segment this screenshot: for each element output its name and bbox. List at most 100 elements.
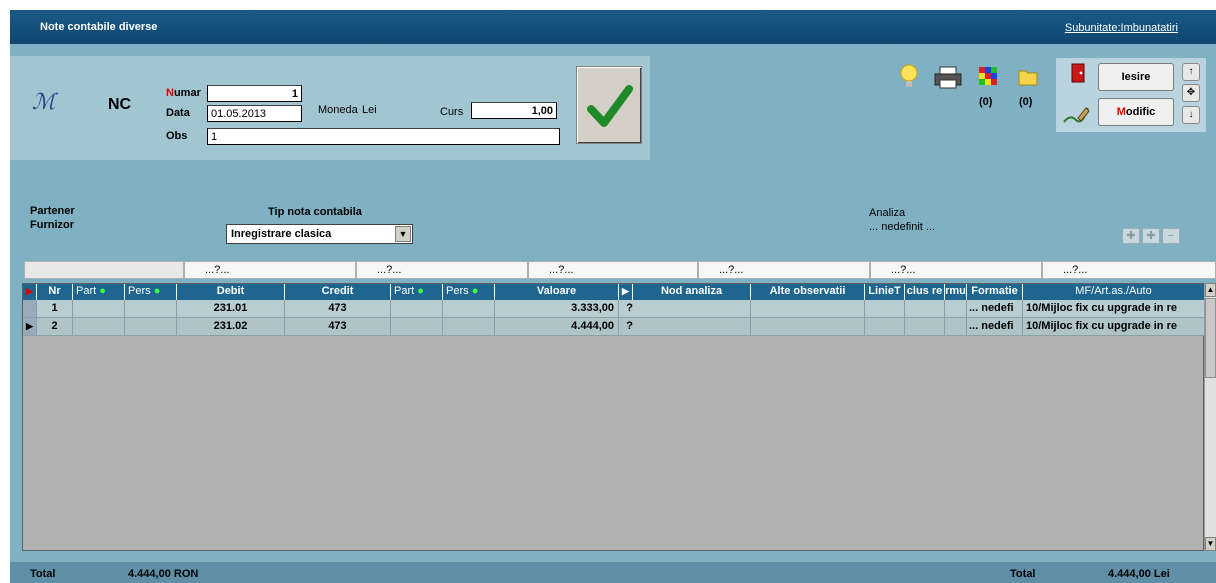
row-indicator: ▶ — [23, 318, 37, 336]
pen-edit-icon[interactable] — [1062, 104, 1090, 126]
col-header-nr[interactable]: Nr — [37, 284, 73, 300]
table-row[interactable]: 1 231.01 473 3.333,00 ? ... nedefi 10/Mi… — [23, 300, 1205, 318]
col-header-nod-analiza[interactable]: Nod analiza — [633, 284, 751, 300]
col-header-debit[interactable]: Debit — [177, 284, 285, 300]
furnizor-label: Furnizor — [30, 219, 74, 231]
tip-nota-value: Inregistrare clasica — [231, 228, 332, 240]
cell-liniet[interactable] — [865, 300, 905, 318]
moneda-label: Moneda — [318, 104, 358, 116]
col-header-part2[interactable]: Part ● — [391, 284, 443, 300]
cell-mf[interactable]: 10/Mijloc fix cu upgrade in re — [1023, 318, 1205, 336]
door-exit-icon[interactable] — [1071, 63, 1085, 83]
cell-formatie[interactable]: ... nedefi — [967, 300, 1023, 318]
col-header-alte-observatii[interactable]: Alte observatii — [751, 284, 865, 300]
col-header-credit[interactable]: Credit — [285, 284, 391, 300]
logo-icon: ℳ — [32, 90, 56, 115]
data-label: Data — [166, 107, 190, 119]
cell-clus[interactable] — [905, 318, 945, 336]
col-header-pers[interactable]: Pers ● — [125, 284, 177, 300]
col-header-rmu[interactable]: rmu — [945, 284, 967, 300]
total-value-right: 4.444,00 Lei — [1108, 568, 1170, 580]
cell-credit[interactable]: 473 — [285, 300, 391, 318]
cell-nod-analiza[interactable] — [633, 318, 751, 336]
cell-rmu[interactable] — [945, 318, 967, 336]
grid-scrollbar[interactable]: ▲ ▼ — [1204, 283, 1216, 551]
cell-nr[interactable]: 1 — [37, 300, 73, 318]
col-header-clus[interactable]: clus re — [905, 284, 945, 300]
cell-debit[interactable]: 231.02 — [177, 318, 285, 336]
subunit-link[interactable]: Subunitate:Imbunatatiri — [1065, 22, 1178, 34]
cell-part2[interactable] — [391, 300, 443, 318]
modific-button[interactable]: Modific — [1098, 98, 1174, 126]
document-header-panel: ℳ NC Numar Data Obs Moneda Lei Curs — [10, 56, 650, 160]
col-header-part[interactable]: Part ● — [73, 284, 125, 300]
obs-field[interactable] — [207, 128, 560, 145]
cell-valoare[interactable]: 3.333,00 — [495, 300, 619, 318]
scroll-thumb[interactable] — [1205, 298, 1216, 378]
doc-type: NC — [108, 96, 132, 113]
data-field[interactable] — [207, 105, 302, 122]
cell-q[interactable]: ? — [619, 318, 633, 336]
title-bar: Note contabile diverse Subunitate:Imbuna… — [10, 10, 1216, 44]
cell-liniet[interactable] — [865, 318, 905, 336]
cell-pers2[interactable] — [443, 318, 495, 336]
scroll-up-button[interactable]: ↑ — [1182, 63, 1200, 81]
add-icon[interactable]: ✚ — [1122, 228, 1140, 244]
filter-cell[interactable]: ...?... — [528, 261, 698, 279]
cell-q[interactable]: ? — [619, 300, 633, 318]
iesire-button[interactable]: Iesire — [1098, 63, 1174, 91]
col-header-valoare[interactable]: Valoare — [495, 284, 619, 300]
cube-count: (0) — [979, 96, 993, 108]
navigate-button[interactable]: ✥ — [1182, 84, 1200, 102]
cell-nr[interactable]: 2 — [37, 318, 73, 336]
col-header-mf[interactable]: MF/Art.as./Auto — [1023, 284, 1205, 300]
tip-nota-select[interactable]: Inregistrare clasica ▼ — [226, 224, 413, 244]
col-header-liniet[interactable]: LinieT — [865, 284, 905, 300]
numar-field[interactable] — [207, 85, 302, 102]
cube-icon[interactable] — [978, 64, 998, 86]
cell-alte-observatii[interactable] — [751, 300, 865, 318]
cell-part2[interactable] — [391, 318, 443, 336]
curs-label: Curs — [440, 106, 464, 118]
scroll-down-arrow[interactable]: ▼ — [1205, 537, 1216, 551]
cell-part[interactable] — [73, 318, 125, 336]
folder-count: (0) — [1019, 96, 1033, 108]
cell-pers[interactable] — [125, 318, 177, 336]
add-copy-icon[interactable]: ✚ — [1142, 228, 1160, 244]
totals-bar: Total 4.444,00 RON Total 4.444,00 Lei — [10, 562, 1216, 583]
cell-mf[interactable]: 10/Mijloc fix cu upgrade in re — [1023, 300, 1205, 318]
chevron-down-icon[interactable]: ▼ — [395, 226, 411, 242]
filter-cell[interactable]: ...?... — [698, 261, 870, 279]
total-label-right: Total — [1010, 568, 1036, 580]
col-header-expand[interactable]: ▶ — [619, 284, 633, 300]
col-header-pers2[interactable]: Pers ● — [443, 284, 495, 300]
cell-credit[interactable]: 473 — [285, 318, 391, 336]
cell-pers[interactable] — [125, 300, 177, 318]
cell-nod-analiza[interactable] — [633, 300, 751, 318]
col-header-formatie[interactable]: Formatie — [967, 284, 1023, 300]
entries-grid: ▶ Nr Part ● Pers ● Debit Credit Part ● P… — [22, 283, 1205, 551]
cell-rmu[interactable] — [945, 300, 967, 318]
cell-debit[interactable]: 231.01 — [177, 300, 285, 318]
filter-cell[interactable]: ...?... — [1042, 261, 1216, 279]
cell-part[interactable] — [73, 300, 125, 318]
folder-icon[interactable] — [1018, 68, 1038, 86]
scroll-down-button[interactable]: ↓ — [1182, 106, 1200, 124]
scroll-up-arrow[interactable]: ▲ — [1205, 283, 1216, 297]
table-row[interactable]: ▶ 2 231.02 473 4.444,00 ? ... nedefi 10/… — [23, 318, 1205, 336]
cell-clus[interactable] — [905, 300, 945, 318]
confirm-button[interactable] — [576, 66, 642, 144]
filter-cell[interactable]: ...?... — [356, 261, 528, 279]
total-value-left: 4.444,00 RON — [128, 568, 199, 580]
printer-icon[interactable] — [934, 66, 962, 90]
filter-cell[interactable]: ...?... — [184, 261, 356, 279]
analiza-label: Analiza — [869, 207, 906, 219]
cell-pers2[interactable] — [443, 300, 495, 318]
cell-alte-observatii[interactable] — [751, 318, 865, 336]
lightbulb-icon[interactable] — [900, 64, 918, 92]
cell-valoare[interactable]: 4.444,00 — [495, 318, 619, 336]
filter-cell[interactable]: ...?... — [870, 261, 1042, 279]
cell-formatie[interactable]: ... nedefi — [967, 318, 1023, 336]
remove-icon[interactable]: − — [1162, 228, 1180, 244]
curs-field[interactable] — [471, 102, 557, 119]
